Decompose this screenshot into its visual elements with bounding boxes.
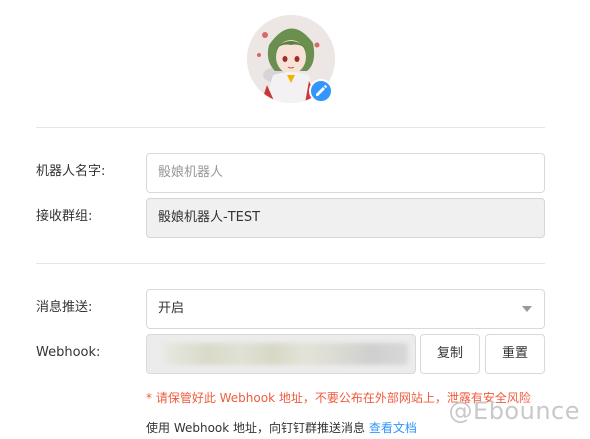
view-docs-link[interactable]: 查看文档 xyxy=(369,421,417,435)
section-divider xyxy=(36,263,545,264)
webhook-hint-prefix: 使用 Webhook 地址，向钉钉群推送消息 xyxy=(146,421,369,435)
watermark: @Ebounce xyxy=(448,397,580,425)
robot-avatar[interactable] xyxy=(247,15,335,103)
webhook-hint-text: 使用 Webhook 地址，向钉钉群推送消息 查看文档 xyxy=(146,419,417,436)
push-label: 消息推送: xyxy=(36,300,93,315)
robot-name-field[interactable] xyxy=(146,153,545,193)
push-select-value: 开启 xyxy=(158,301,185,316)
webhook-url-field xyxy=(146,334,416,374)
webhook-label: Webhook: xyxy=(36,345,101,360)
group-label: 接收群组: xyxy=(36,209,93,224)
robot-name-label: 机器人名字: xyxy=(36,164,106,179)
push-select[interactable]: 开启 xyxy=(146,289,545,329)
reset-button[interactable]: 重置 xyxy=(485,334,545,374)
webhook-url-blurred xyxy=(163,343,408,365)
group-field: 骰娘机器人-TEST xyxy=(146,198,545,238)
dropdown-arrow-icon xyxy=(522,306,532,312)
robot-name-input[interactable] xyxy=(158,154,544,191)
section-divider xyxy=(36,127,545,128)
copy-button[interactable]: 复制 xyxy=(420,334,480,374)
pencil-icon xyxy=(316,85,327,96)
edit-avatar-button[interactable] xyxy=(309,79,333,103)
